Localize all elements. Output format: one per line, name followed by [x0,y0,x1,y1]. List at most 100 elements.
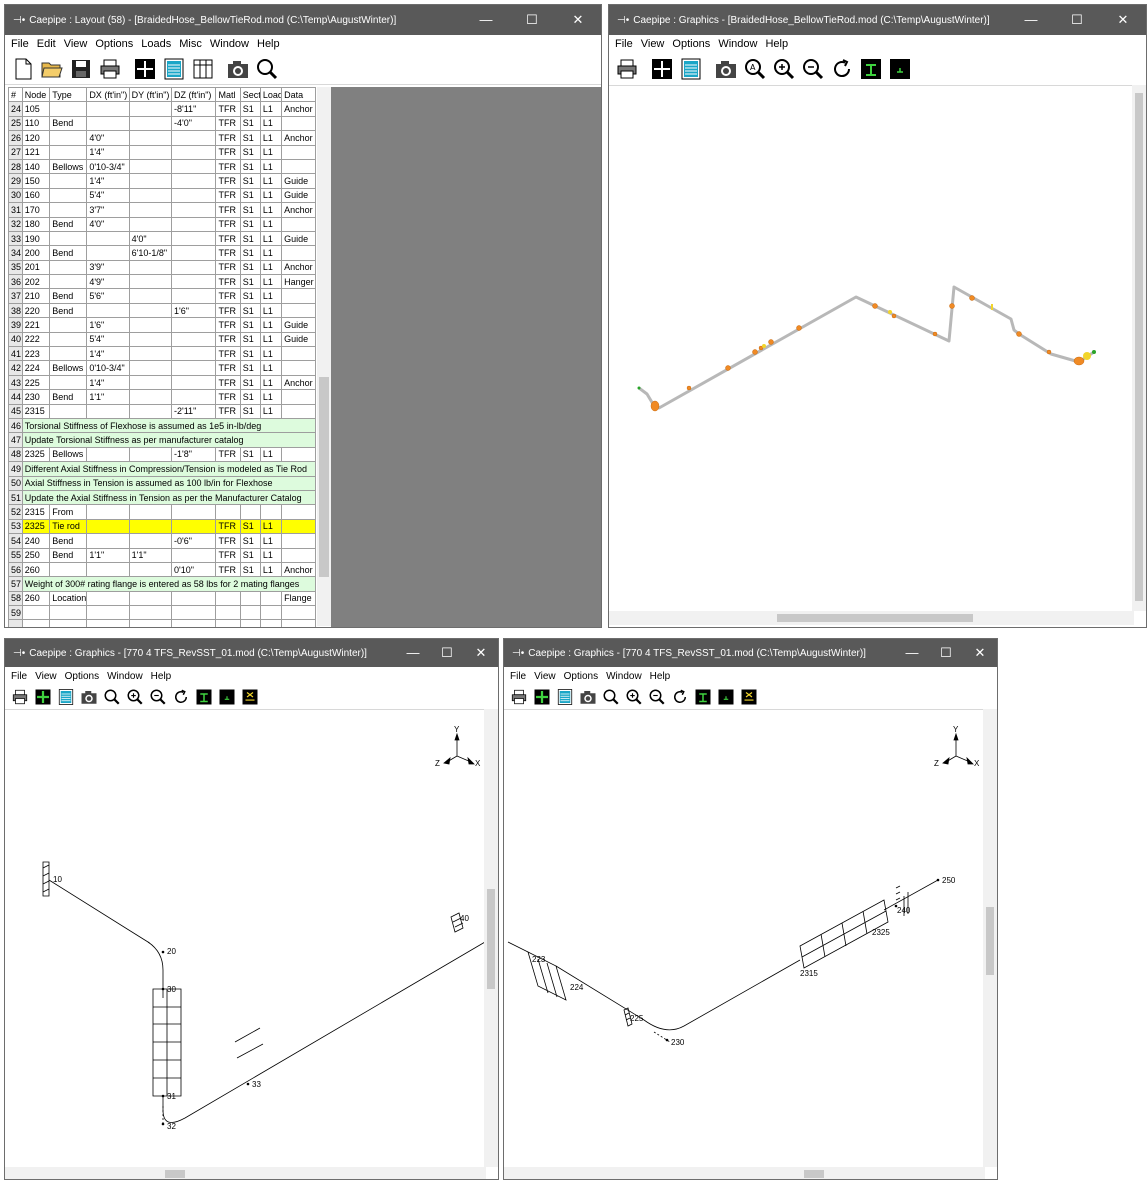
cell-sect[interactable]: S1 [239,130,261,146]
cell-sect[interactable]: S1 [239,360,261,376]
minimize-button[interactable]: — [463,6,509,34]
cell-dz[interactable] [170,259,217,276]
menu-file[interactable]: File [615,38,633,50]
cell-type[interactable]: Tie rod [49,518,88,535]
cell-sect[interactable]: S1 [239,389,261,405]
cell-dx[interactable]: 5'6" [86,288,130,304]
minimize-button[interactable]: — [1008,6,1054,34]
cell-sect[interactable]: S1 [239,288,261,304]
table-row[interactable]: 48 2325 Bellows -1'8" TFR S1 L1 [8,446,316,463]
cell-load[interactable]: L1 [259,547,283,563]
cell-matl[interactable]: TFR [215,561,241,578]
cell-dy[interactable] [128,158,173,175]
menu-help[interactable]: Help [151,671,172,682]
cell-load[interactable] [259,504,283,520]
rotate-button[interactable] [669,686,691,708]
cell-dx[interactable]: 1'4" [86,346,130,362]
graphics3-titlebar[interactable]: ⊣• Caepipe : Graphics - [770 4 TFS_RevSS… [504,639,997,667]
row-number[interactable]: 35 [8,259,23,276]
cell-sect[interactable]: S1 [239,101,261,117]
cell-sect[interactable]: S1 [239,173,261,189]
menu-options[interactable]: Options [564,671,598,682]
new-file-button[interactable] [9,55,37,83]
cell-data[interactable]: Anchor [281,130,316,146]
cell-dy[interactable]: 4'0" [128,230,173,247]
cell-dy[interactable] [128,605,173,621]
cell-dy[interactable] [128,130,173,146]
cell-type[interactable]: Bend [49,533,88,549]
cell-matl[interactable] [215,590,241,607]
cell-type[interactable]: Bend [49,245,88,261]
cell-load[interactable]: L1 [259,360,283,376]
table-row[interactable]: 44 230 Bend 1'1" TFR S1 L1 [8,389,316,405]
menu-options[interactable]: Options [95,38,133,50]
graphics-button[interactable] [531,686,553,708]
cell-sect[interactable]: S1 [239,230,261,247]
cell-sect[interactable]: S1 [239,216,261,232]
cell-matl[interactable]: TFR [215,446,241,463]
row-number[interactable]: 28 [8,158,23,175]
cell-node[interactable]: 2315 [21,504,51,520]
row-number[interactable]: 51 [8,489,23,506]
row-number[interactable]: 30 [8,187,23,204]
cell-dz[interactable] [170,331,217,348]
cell-sect[interactable] [239,605,261,621]
cell-data[interactable] [281,533,316,549]
cell-dx[interactable] [86,403,130,419]
table-row[interactable]: 39 221 1'6" TFR S1 L1 Guide [8,317,316,333]
cell-type[interactable] [49,202,88,218]
cell-data[interactable]: Anchor [281,202,316,218]
table-row[interactable]: 56 260 0'10" TFR S1 L1 Anchor [8,561,316,578]
cell-dz[interactable] [170,346,217,362]
cell-dz[interactable] [170,360,217,376]
cell-dx[interactable]: 4'9" [86,274,130,290]
cell-dz[interactable] [170,130,217,146]
cell-dy[interactable] [128,533,173,549]
graphics-button[interactable] [32,686,54,708]
table-row[interactable]: 59 [8,605,316,621]
cell-dy[interactable] [128,360,173,376]
cell-node[interactable]: 210 [21,288,51,304]
row-number[interactable]: 45 [8,403,23,419]
cell-node[interactable]: 224 [21,360,51,376]
cell-load[interactable]: L1 [259,302,283,319]
row-number[interactable] [8,619,23,627]
list-button[interactable] [189,55,217,83]
cell-load[interactable]: L1 [259,115,283,132]
cell-node[interactable]: 260 [21,590,51,607]
cell-load[interactable]: L1 [259,533,283,549]
cell-data[interactable] [281,144,316,160]
row-number[interactable]: 55 [8,547,23,563]
cell-node[interactable] [21,619,51,627]
cell-type[interactable] [49,173,88,189]
graphics1-hscroll[interactable] [609,611,1134,625]
cell-dz[interactable]: -2'11" [170,403,217,419]
cell-type[interactable]: Bellows [49,158,88,175]
cell-type[interactable]: Bellows [49,446,88,463]
cell-dz[interactable]: -8'11" [170,101,217,117]
cell-sect[interactable]: S1 [239,202,261,218]
cell-data[interactable]: Anchor [281,374,316,391]
cell-data[interactable] [281,518,316,535]
table-row[interactable]: 30 160 5'4" TFR S1 L1 Guide [8,187,316,204]
camera-button[interactable] [712,55,740,83]
graphics1-titlebar[interactable]: ⊣• Caepipe : Graphics - [BraidedHose_Bel… [609,5,1146,35]
cell-matl[interactable]: TFR [215,533,241,549]
cell-type[interactable]: Bend [49,302,88,319]
cell-dy[interactable] [128,446,173,463]
cell-dx[interactable] [86,245,130,261]
menu-file[interactable]: File [11,38,29,50]
cell-dy[interactable] [128,346,173,362]
cell-load[interactable]: L1 [259,317,283,333]
cell-matl[interactable]: TFR [215,216,241,232]
comment-cell[interactable]: Axial Stiffness in Tension is assumed as… [21,475,317,491]
menu-file[interactable]: File [510,671,526,682]
table-row[interactable]: 38 220 Bend 1'6" TFR S1 L1 [8,302,316,319]
cell-matl[interactable]: TFR [215,144,241,160]
cell-dy[interactable] [128,202,173,218]
cell-dx[interactable]: 1'6" [86,317,130,333]
cell-type[interactable] [49,331,88,348]
cell-dy[interactable]: 6'10-1/8" [128,245,173,261]
cell-dz[interactable] [170,245,217,261]
table-row[interactable]: 53 2325 Tie rod TFR S1 L1 [8,518,316,535]
